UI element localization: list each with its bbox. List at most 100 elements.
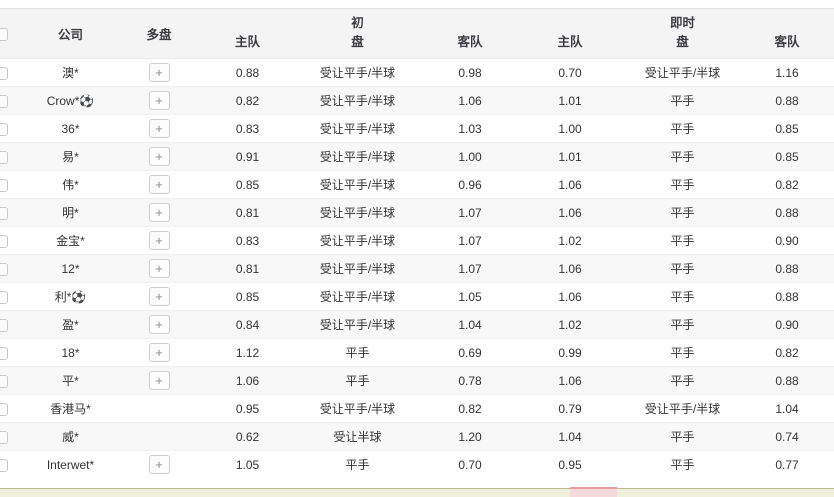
init-handicap-cell: 受让平手/半球 bbox=[290, 395, 425, 423]
live-away-odds-cell: 0.88 bbox=[740, 367, 834, 395]
live-away-odds-cell: 0.90 bbox=[740, 227, 834, 255]
multi-odds-cell bbox=[113, 395, 205, 423]
row-checkbox-cell bbox=[0, 87, 28, 115]
multi-odds-cell: + bbox=[113, 115, 205, 143]
live-handicap-cell: 平手 bbox=[625, 367, 740, 395]
live-away-odds-cell: 0.88 bbox=[740, 199, 834, 227]
init-home-odds-cell: 0.84 bbox=[205, 311, 290, 339]
init-away-odds-cell: 1.04 bbox=[425, 311, 515, 339]
init-away-odds-cell: 0.70 bbox=[425, 451, 515, 479]
init-home-odds-cell: 1.06 bbox=[205, 367, 290, 395]
live-home-odds-cell: 1.06 bbox=[515, 367, 625, 395]
expand-multi-odds-button[interactable]: + bbox=[149, 147, 170, 166]
row-checkbox[interactable] bbox=[0, 95, 8, 108]
live-handicap-cell: 平手 bbox=[625, 311, 740, 339]
row-checkbox[interactable] bbox=[0, 235, 8, 248]
row-checkbox[interactable] bbox=[0, 67, 8, 80]
company-cell: 易* bbox=[28, 143, 113, 171]
column-header-initial-handicap: 初 盘 bbox=[290, 9, 425, 59]
live-away-odds-cell: 0.85 bbox=[740, 115, 834, 143]
expand-multi-odds-button[interactable]: + bbox=[149, 203, 170, 222]
row-checkbox-cell bbox=[0, 367, 28, 395]
row-checkbox[interactable] bbox=[0, 431, 8, 444]
row-checkbox[interactable] bbox=[0, 291, 8, 304]
multi-odds-cell: + bbox=[113, 283, 205, 311]
table-row: 明*+0.81受让平手/半球1.071.06平手0.88 bbox=[0, 199, 834, 227]
live-handicap-cell: 平手 bbox=[625, 283, 740, 311]
row-checkbox[interactable] bbox=[0, 347, 8, 360]
table-row: 利*⚽+0.85受让平手/半球1.051.06平手0.88 bbox=[0, 283, 834, 311]
table-row: Interwet*+1.05平手0.700.95平手0.77 bbox=[0, 451, 834, 479]
expand-multi-odds-button[interactable]: + bbox=[149, 175, 170, 194]
table-row: 18*+1.12平手0.690.99平手0.82 bbox=[0, 339, 834, 367]
live-home-odds-cell: 0.99 bbox=[515, 339, 625, 367]
column-header-initial-home: 主队 bbox=[205, 9, 290, 59]
row-checkbox[interactable] bbox=[0, 403, 8, 416]
multi-odds-cell: + bbox=[113, 171, 205, 199]
init-home-odds-cell: 0.81 bbox=[205, 255, 290, 283]
row-checkbox[interactable] bbox=[0, 459, 8, 472]
row-checkbox[interactable] bbox=[0, 375, 8, 388]
live-home-odds-cell: 1.00 bbox=[515, 115, 625, 143]
expand-multi-odds-button[interactable]: + bbox=[149, 63, 170, 82]
expand-multi-odds-button[interactable]: + bbox=[149, 371, 170, 390]
expand-multi-odds-button[interactable]: + bbox=[149, 315, 170, 334]
table-row: 澳*+0.88受让平手/半球0.980.70受让平手/半球1.16 bbox=[0, 59, 834, 87]
table-row: 金宝*+0.83受让平手/半球1.071.02平手0.90 bbox=[0, 227, 834, 255]
init-handicap-cell: 受让平手/半球 bbox=[290, 227, 425, 255]
init-home-odds-cell: 0.62 bbox=[205, 423, 290, 451]
live-handicap-cell: 平手 bbox=[625, 339, 740, 367]
multi-odds-cell: + bbox=[113, 451, 205, 479]
row-checkbox-cell bbox=[0, 227, 28, 255]
expand-multi-odds-button[interactable]: + bbox=[149, 259, 170, 278]
init-away-odds-cell: 1.07 bbox=[425, 255, 515, 283]
live-away-odds-cell: 0.77 bbox=[740, 451, 834, 479]
multi-odds-cell: + bbox=[113, 199, 205, 227]
table-row: 平*+1.06平手0.781.06平手0.88 bbox=[0, 367, 834, 395]
multi-odds-cell: + bbox=[113, 227, 205, 255]
table-row: 盈*+0.84受让平手/半球1.041.02平手0.90 bbox=[0, 311, 834, 339]
init-handicap-cell: 受让平手/半球 bbox=[290, 311, 425, 339]
select-all-checkbox[interactable] bbox=[0, 28, 8, 41]
company-cell: 威* bbox=[28, 423, 113, 451]
row-checkbox[interactable] bbox=[0, 263, 8, 276]
expand-multi-odds-button[interactable]: + bbox=[149, 287, 170, 306]
expand-multi-odds-button[interactable]: + bbox=[149, 455, 170, 474]
company-cell: 盈* bbox=[28, 311, 113, 339]
row-checkbox-cell bbox=[0, 423, 28, 451]
row-checkbox[interactable] bbox=[0, 319, 8, 332]
live-handicap-cell: 平手 bbox=[625, 171, 740, 199]
row-checkbox-cell bbox=[0, 451, 28, 479]
column-header-live-away: 客队 bbox=[740, 9, 834, 59]
row-checkbox[interactable] bbox=[0, 123, 8, 136]
table-row: Crow*⚽+0.82受让平手/半球1.061.01平手0.88 bbox=[0, 87, 834, 115]
init-handicap-cell: 受让平手/半球 bbox=[290, 199, 425, 227]
init-away-odds-cell: 1.00 bbox=[425, 143, 515, 171]
init-handicap-cell: 平手 bbox=[290, 367, 425, 395]
init-home-odds-cell: 0.83 bbox=[205, 115, 290, 143]
row-checkbox[interactable] bbox=[0, 151, 8, 164]
company-cell: 36* bbox=[28, 115, 113, 143]
row-checkbox[interactable] bbox=[0, 207, 8, 220]
init-home-odds-cell: 0.81 bbox=[205, 199, 290, 227]
multi-odds-cell bbox=[113, 423, 205, 451]
expand-multi-odds-button[interactable]: + bbox=[149, 231, 170, 250]
live-away-odds-cell: 0.82 bbox=[740, 171, 834, 199]
table-header-row: 公司 多盘 主队 初 盘 客队 主队 即时 盘 客队 bbox=[0, 9, 834, 59]
init-away-odds-cell: 1.06 bbox=[425, 87, 515, 115]
live-home-odds-cell: 0.79 bbox=[515, 395, 625, 423]
init-handicap-cell: 受让平手/半球 bbox=[290, 255, 425, 283]
live-home-odds-cell: 1.06 bbox=[515, 255, 625, 283]
expand-multi-odds-button[interactable]: + bbox=[149, 119, 170, 138]
live-handicap-cell: 受让平手/半球 bbox=[625, 395, 740, 423]
expand-multi-odds-button[interactable]: + bbox=[149, 91, 170, 110]
expand-multi-odds-button[interactable]: + bbox=[149, 343, 170, 362]
company-cell: 利*⚽ bbox=[28, 283, 113, 311]
live-handicap-cell: 平手 bbox=[625, 451, 740, 479]
row-checkbox-cell bbox=[0, 395, 28, 423]
init-away-odds-cell: 1.20 bbox=[425, 423, 515, 451]
init-handicap-cell: 平手 bbox=[290, 339, 425, 367]
live-home-odds-cell: 1.04 bbox=[515, 423, 625, 451]
table-row: 伟*+0.85受让平手/半球0.961.06平手0.82 bbox=[0, 171, 834, 199]
row-checkbox[interactable] bbox=[0, 179, 8, 192]
